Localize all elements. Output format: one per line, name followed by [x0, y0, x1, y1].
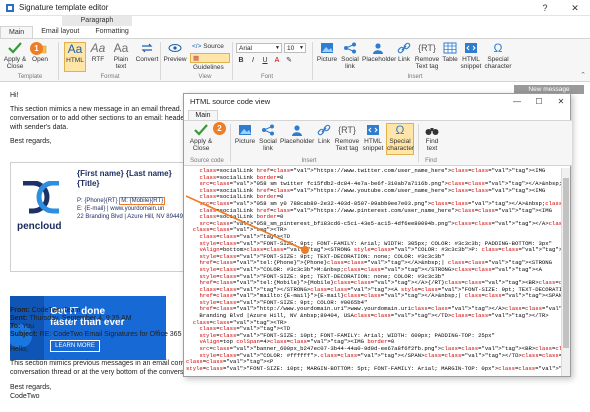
annotation-arrow-icon: [185, 195, 309, 254]
